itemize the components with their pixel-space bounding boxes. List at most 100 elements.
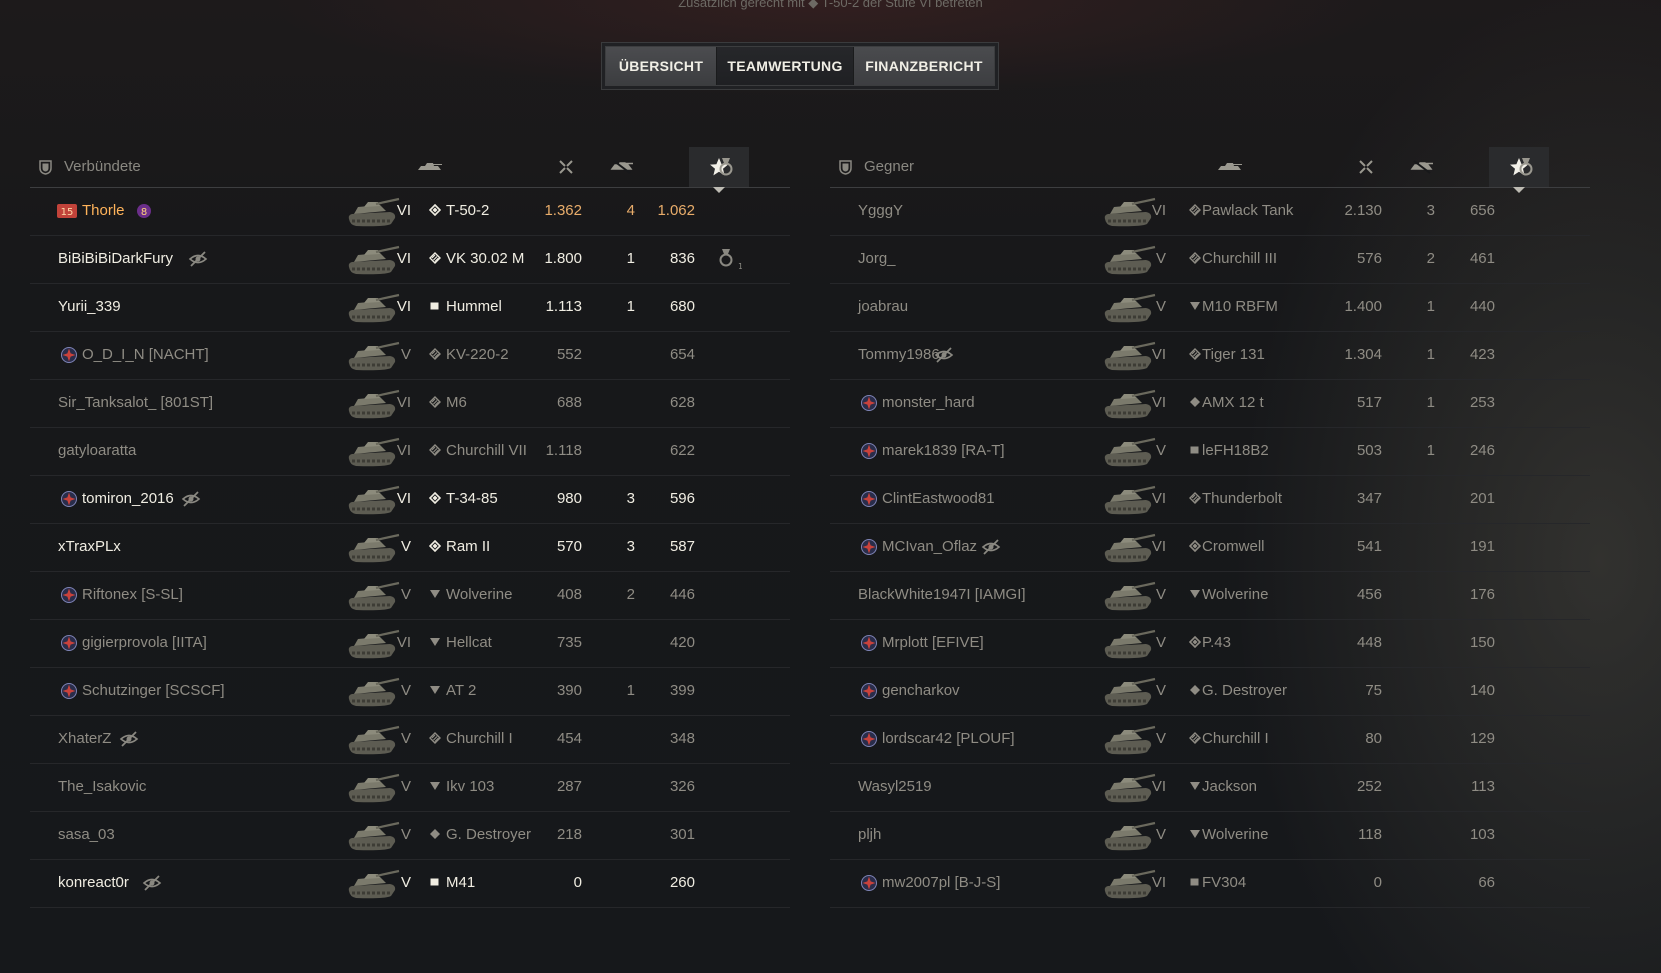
player-row[interactable]: xTraxPLx V Ram II 570 3 587	[30, 524, 790, 572]
player-name[interactable]: gatyloaratta	[58, 442, 136, 459]
player-name[interactable]: Wasyl2519	[858, 778, 932, 795]
player-row[interactable]: MCIvan_Oflaz VI Cromwell 541 191	[830, 524, 1590, 572]
player-row[interactable]: sasa_03 V G. Destroyer 218 301	[30, 812, 790, 860]
player-name[interactable]: The_Isakovic	[58, 778, 146, 795]
player-row[interactable]: lordscar42 [PLOUF] V Churchill I 80 129	[830, 716, 1590, 764]
xp-value: 656	[1469, 202, 1495, 219]
xp-value: 326	[669, 778, 695, 795]
player-name[interactable]: Thorle	[82, 202, 125, 219]
player-name[interactable]: Tommy1986	[858, 346, 940, 363]
player-name[interactable]: Yurii_339	[58, 298, 121, 315]
player-name[interactable]: joabrau	[858, 298, 908, 315]
damage-value: 408	[556, 586, 582, 603]
tab-financial-report[interactable]: FINANZBERICHT	[854, 47, 994, 85]
damage-value: 570	[556, 538, 582, 555]
damage-column-icon[interactable]	[1358, 157, 1374, 177]
player-row[interactable]: Yurii_339 VI Hummel 1.113 1 680	[30, 284, 790, 332]
player-name[interactable]: marek1839 [RA-T]	[882, 442, 1005, 459]
player-row[interactable]: Riftonex [S-SL] V Wolverine 408 2 446	[30, 572, 790, 620]
player-row[interactable]: konreact0r V M41 0 260	[30, 860, 790, 908]
player-name[interactable]: tomiron_2016	[82, 490, 174, 507]
vehicle-name: Churchill I	[1202, 730, 1269, 747]
xp-value: 113	[1471, 778, 1495, 795]
svg-text:15: 15	[61, 207, 74, 218]
player-row[interactable]: O_D_I_N [NACHT] V KV-220-2 552 654	[30, 332, 790, 380]
player-name[interactable]: gencharkov	[882, 682, 960, 699]
player-name[interactable]: ClintEastwood81	[882, 490, 995, 507]
player-row[interactable]: YgggY VI Pawlack Tank 2.130 3 656	[830, 188, 1590, 236]
player-row[interactable]: mw2007pl [B-J-S] VI FV304 0 66	[830, 860, 1590, 908]
player-row[interactable]: 15 Thorle 8 VI T-50-2 1.362 4 1.062	[30, 188, 790, 236]
kills-column-icon[interactable]	[1410, 157, 1434, 177]
player-row[interactable]: gencharkov V G. Destroyer 75 140	[830, 668, 1590, 716]
player-row[interactable]: Wasyl2519 VI Jackson 252 113	[830, 764, 1590, 812]
damage-value: 541	[1356, 538, 1382, 555]
td-class-icon	[430, 638, 440, 646]
vehicle-name: Cromwell	[1202, 538, 1265, 555]
player-name[interactable]: O_D_I_N [NACHT]	[82, 346, 209, 363]
vehicle-name: M10 RBFM	[1202, 298, 1278, 315]
player-name[interactable]: Riftonex [S-SL]	[82, 586, 183, 603]
clan-emblem-icon	[61, 347, 77, 363]
damage-column-icon[interactable]	[558, 157, 574, 177]
player-row[interactable]: Tommy1986 VI Tiger 131 1.304 1 423	[830, 332, 1590, 380]
heavy-class-icon	[429, 348, 441, 360]
hidden-player-icon	[181, 491, 201, 507]
player-row[interactable]: Schutzinger [SCSCF] V AT 2 390 1 399	[30, 668, 790, 716]
player-row[interactable]: Mrplott [EFIVE] V P.43 448 150	[830, 620, 1590, 668]
player-row[interactable]: joabrau V M10 RBFM 1.400 1 440	[830, 284, 1590, 332]
player-row[interactable]: The_Isakovic V Ikv 103 287 326	[30, 764, 790, 812]
player-name[interactable]: gigierprovola [IITA]	[82, 634, 207, 651]
allies-rows: 15 Thorle 8 VI T-50-2 1.362 4 1.062 BiBiBiBiDark…	[30, 188, 790, 908]
vehicle-tier: V	[400, 538, 411, 555]
player-row[interactable]: Sir_Tanksalot_ [801ST] VI M6 688 628	[30, 380, 790, 428]
player-row[interactable]: Jorg_ V Churchill III 576 2 461	[830, 236, 1590, 284]
vehicle-name: Jackson	[1202, 778, 1258, 795]
vehicle-column-icon[interactable]	[1214, 157, 1244, 177]
player-row[interactable]: BiBiBiBiDarkFury VI VK 30.02 M 1.800 1 836 1	[30, 236, 790, 284]
player-name[interactable]: XhaterZ	[58, 730, 111, 747]
player-row[interactable]: gatyloaratta VI Churchill VII 1.118 622	[30, 428, 790, 476]
medal-column-icon[interactable]	[718, 157, 734, 177]
player-name[interactable]: MCIvan_Oflaz	[882, 538, 977, 555]
td-class-icon	[430, 686, 440, 694]
kills-column-icon[interactable]	[610, 157, 634, 177]
player-name[interactable]: xTraxPLx	[58, 538, 121, 555]
player-name[interactable]: Schutzinger [SCSCF]	[82, 682, 225, 699]
player-row[interactable]: BlackWhite1947I [IAMGI] V Wolverine 456 176	[830, 572, 1590, 620]
player-name[interactable]: BlackWhite1947I [IAMGI]	[858, 586, 1026, 603]
player-name[interactable]: mw2007pl [B-J-S]	[882, 874, 1000, 891]
player-name[interactable]: BiBiBiBiDarkFury	[58, 250, 173, 267]
player-name[interactable]: YgggY	[858, 202, 903, 219]
tab-overview[interactable]: ÜBERSICHT	[606, 47, 717, 85]
player-row[interactable]: pljh V Wolverine 118 103	[830, 812, 1590, 860]
player-row[interactable]: monster_hard VI AMX 12 t 517 1 253	[830, 380, 1590, 428]
player-row[interactable]: gigierprovola [IITA] VI Hellcat 735 420	[30, 620, 790, 668]
player-name[interactable]: Jorg_	[858, 250, 896, 267]
player-name[interactable]: sasa_03	[58, 826, 115, 843]
player-row[interactable]: ClintEastwood81 VI Thunderbolt 347 201	[830, 476, 1590, 524]
kills-value: 1	[1426, 442, 1435, 459]
medal-column-icon[interactable]	[1518, 157, 1534, 177]
player-row[interactable]: XhaterZ V Churchill I 454 348	[30, 716, 790, 764]
player-name[interactable]: monster_hard	[882, 394, 975, 411]
player-name[interactable]: lordscar42 [PLOUF]	[882, 730, 1015, 747]
medal-icon: 1	[719, 249, 742, 270]
player-row[interactable]: marek1839 [RA-T] VleFH18B2 503 1 246	[830, 428, 1590, 476]
player-name[interactable]: konreact0r	[58, 874, 129, 891]
medium-class-icon	[429, 204, 441, 216]
vehicle-name: Churchill III	[1202, 250, 1278, 267]
tab-team-score[interactable]: TEAMWERTUNG	[717, 47, 854, 85]
player-name[interactable]: Sir_Tanksalot_ [801ST]	[58, 394, 213, 411]
clan-emblem-icon	[861, 875, 877, 891]
vehicle-name: Wolverine	[1202, 826, 1269, 843]
player-name[interactable]: Mrplott [EFIVE]	[882, 634, 984, 651]
vehicle-name: Hellcat	[446, 634, 492, 651]
player-name[interactable]: pljh	[858, 826, 881, 843]
vehicle-tier: VI	[1151, 202, 1166, 219]
vehicle-column-icon[interactable]	[414, 157, 444, 177]
damage-value: 218	[556, 826, 582, 843]
player-row[interactable]: tomiron_2016 VI T-34-85 980 3 596	[30, 476, 790, 524]
vehicle-tier: V	[1155, 730, 1166, 747]
xp-value: 628	[669, 394, 695, 411]
